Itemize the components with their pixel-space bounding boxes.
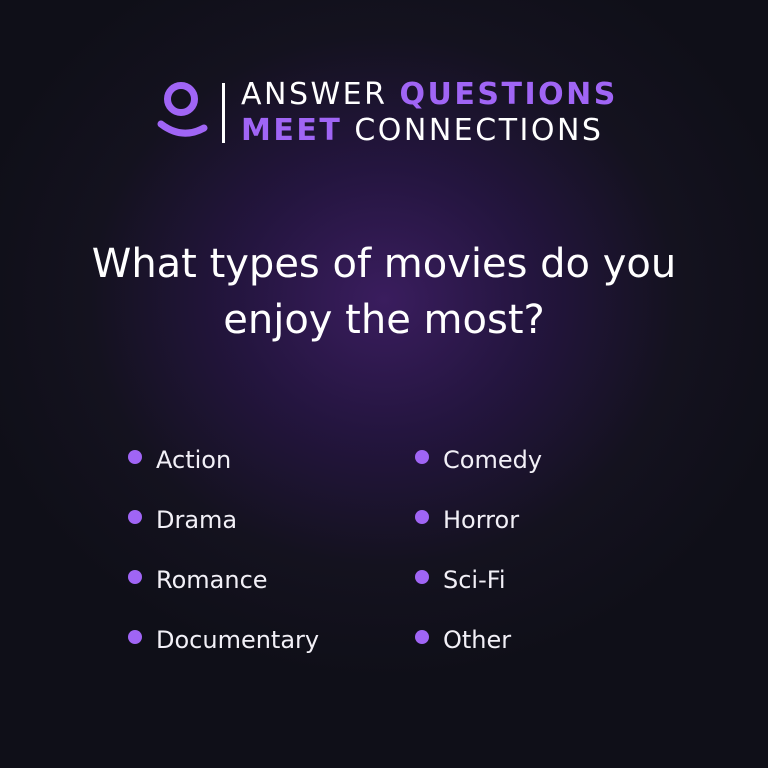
option-label: Action [156,446,232,474]
bullet-dot [415,630,429,644]
bullet-dot [128,510,142,524]
bullet-dot [415,510,429,524]
option-romance: Romance [128,560,268,600]
header-divider [222,83,225,143]
user-avatar-icon [156,78,210,148]
option-label: Other [443,626,512,654]
bullet-dot [128,630,142,644]
option-comedy: Comedy [415,440,542,480]
bullet-dot [128,570,142,584]
brand-line-1: ANSWER QUESTIONS [241,77,618,113]
option-label: Documentary [156,626,320,654]
option-drama: Drama [128,500,237,540]
brand-word-connections: CONNECTIONS [354,113,604,148]
option-sci-fi: Sci-Fi [415,560,505,600]
question-heading: What types of movies do you enjoy the mo… [20,236,748,348]
option-documentary: Documentary [128,620,319,660]
option-action: Action [128,440,231,480]
brand-word-questions: QUESTIONS [399,77,618,112]
option-label: Comedy [443,446,543,474]
question-line-1: What types of movies do you [91,241,677,287]
option-other: Other [415,620,511,660]
option-label: Sci-Fi [443,566,506,594]
bullet-dot [415,450,429,464]
header: ANSWER QUESTIONS MEET CONNECTIONS [156,77,618,149]
option-label: Drama [156,506,238,534]
bullet-dot [128,450,142,464]
brand-tagline: ANSWER QUESTIONS MEET CONNECTIONS [241,77,618,149]
option-horror: Horror [415,500,519,540]
bullet-dot [415,570,429,584]
option-label: Romance [156,566,268,594]
question-line-2: enjoy the most? [223,297,545,343]
brand-word-answer: ANSWER [241,77,388,112]
brand-word-meet: MEET [241,113,343,148]
brand-line-2: MEET CONNECTIONS [241,113,618,149]
option-label: Horror [443,506,520,534]
